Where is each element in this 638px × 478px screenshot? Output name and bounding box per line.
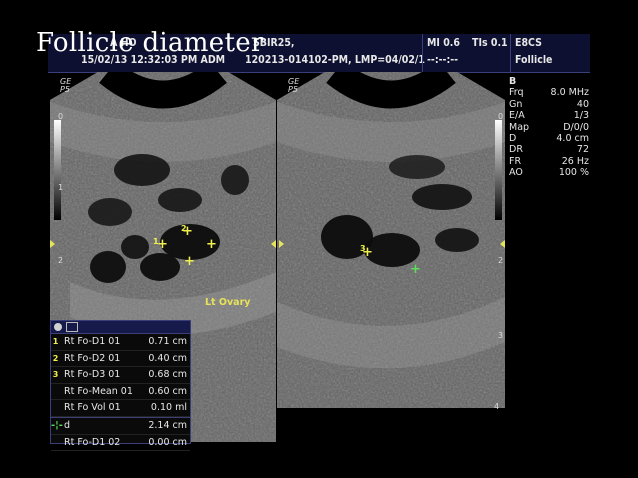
- depth-mark-3: 3: [498, 331, 504, 340]
- param-value: 72: [576, 144, 589, 156]
- measurement-row[interactable]: 2 Rt Fo-D2 01 0.40 cm: [51, 351, 190, 368]
- distance-caliper-icon: -¦-: [51, 419, 63, 431]
- focus-marker-right[interactable]: [279, 240, 284, 248]
- measurement-row[interactable]: Rt Fo-Mean 01 0.60 cm: [51, 384, 190, 401]
- measurement-label: Rt Fo-D1 02: [64, 436, 121, 448]
- depth-mark-0: 0: [58, 112, 64, 121]
- caliper-cross-icon[interactable]: +: [206, 238, 217, 251]
- param-row: Frq 8.0 MHz: [509, 87, 589, 98]
- param-row: FR 26 Hz: [509, 156, 589, 167]
- param-row: Gn 40: [509, 99, 589, 110]
- grayscale-bar-right: [495, 120, 502, 220]
- measurement-value: 2.14 cm: [148, 419, 187, 431]
- measurement-panel-header: [51, 321, 190, 334]
- caliper-cross-icon[interactable]: +: [182, 225, 193, 238]
- caliper-cross-icon[interactable]: +: [362, 246, 373, 259]
- measurement-label: Rt Fo-D1 01: [64, 336, 121, 347]
- grayscale-bar-left: [54, 120, 61, 220]
- measurement-label: Rt Fo-D3 01: [64, 369, 121, 381]
- measurement-value: 0.40 cm: [148, 352, 187, 364]
- ge-logo-sub: P5: [60, 85, 70, 94]
- ultrasound-sector-right: [277, 72, 505, 408]
- param-value: D/0/0: [563, 121, 589, 133]
- measurement-index: 3: [52, 370, 59, 380]
- slide-title: Follicle diameter: [36, 28, 264, 58]
- measurement-value: 0.00 cm: [148, 436, 187, 448]
- depth-mark-2: 2: [498, 256, 504, 265]
- measurement-value: 0.71 cm: [148, 336, 187, 347]
- measurement-row[interactable]: Rt Fo-D1 02 0.00 cm: [51, 435, 190, 452]
- tis-value: TIs 0.1: [472, 37, 508, 49]
- ge-logo-left: GE P5: [60, 78, 71, 94]
- header-separator: [510, 34, 511, 72]
- record-icon[interactable]: [54, 323, 62, 331]
- mi-value: MI 0.6: [427, 37, 460, 49]
- measurement-label: Rt Fo Vol 01: [64, 402, 121, 414]
- active-caliper-cross-icon[interactable]: +: [410, 263, 421, 276]
- measurement-label: d: [64, 419, 71, 431]
- param-row: Map D/0/0: [509, 122, 589, 133]
- measurement-panel: 1 Rt Fo-D1 01 0.71 cm 2 Rt Fo-D2 01 0.40…: [50, 320, 191, 452]
- focus-marker-left[interactable]: [50, 240, 55, 248]
- param-key: E/A: [509, 110, 525, 122]
- measurement-index: [51, 400, 60, 415]
- param-value: 26 Hz: [561, 155, 589, 167]
- probe-name: E8CS: [515, 37, 542, 49]
- depth-mark-0: 0: [498, 112, 504, 121]
- ultrasound-image-right[interactable]: [277, 72, 505, 442]
- measurement-row[interactable]: 3 Rt Fo-D3 01 0.68 cm: [51, 367, 190, 384]
- focus-marker-right[interactable]: [500, 240, 505, 248]
- param-value: 100 %: [558, 167, 589, 179]
- param-row: E/A 1/3: [509, 110, 589, 121]
- depth-mark-4: 4: [494, 402, 500, 411]
- param-key: Frq: [509, 87, 524, 99]
- ge-logo-right: GE P5: [288, 78, 299, 94]
- header-separator: [422, 34, 423, 72]
- annotation-lt-ovary[interactable]: Lt Ovary: [205, 297, 250, 308]
- param-value: 8.0 MHz: [550, 87, 589, 99]
- report-icon[interactable]: [66, 322, 78, 332]
- depth-mark-1: 1: [58, 183, 64, 192]
- measurement-label: Rt Fo-Mean 01: [64, 385, 133, 397]
- measurement-index: [51, 435, 60, 450]
- param-row: D 4.0 cm: [509, 133, 589, 144]
- param-key: DR: [509, 144, 523, 156]
- measurement-row[interactable]: 1 Rt Fo-D1 01 0.71 cm: [51, 334, 190, 351]
- measurement-index: 1: [52, 337, 59, 346]
- measurement-row[interactable]: -¦- d 2.14 cm: [51, 416, 190, 435]
- caliper-cross-icon[interactable]: +: [157, 238, 168, 251]
- param-value: 40: [576, 98, 589, 110]
- measurement-index: [51, 384, 60, 399]
- depth-mark-2: 2: [58, 256, 64, 265]
- param-key: Gn: [509, 98, 523, 110]
- ge-logo-sub: P5: [288, 85, 298, 94]
- blank-field: --:--:--: [427, 54, 459, 66]
- caliper-cross-icon[interactable]: +: [184, 255, 195, 268]
- param-key: Map: [509, 121, 530, 133]
- measurement-row[interactable]: Rt Fo Vol 01 0.10 ml: [51, 400, 190, 417]
- measurement-value: 0.10 ml: [150, 402, 187, 414]
- measurement-value: 0.60 cm: [148, 385, 187, 397]
- param-key: AO: [509, 167, 523, 179]
- imaging-parameters: B Frq 8.0 MHz Gn 40 E/A 1/3 Map D/0/0 D 4.0 c…: [509, 76, 589, 179]
- measurement-index: 2: [52, 353, 59, 363]
- measurement-label: Rt Fo-D2 01: [64, 352, 121, 364]
- mode-label: B: [509, 76, 517, 87]
- measurement-value: 0.68 cm: [148, 369, 187, 381]
- param-value: 1/3: [573, 110, 589, 122]
- param-row: DR 72: [509, 144, 589, 155]
- focus-marker-left[interactable]: [271, 240, 276, 248]
- param-key: D: [509, 133, 517, 145]
- param-value: 4.0 cm: [556, 133, 589, 145]
- param-row: AO 100 %: [509, 167, 589, 178]
- patient-id: 120213-014102-PM, LMP=04/02/1: [245, 54, 425, 66]
- param-key: FR: [509, 155, 522, 167]
- preset-name: Follicle: [515, 54, 553, 66]
